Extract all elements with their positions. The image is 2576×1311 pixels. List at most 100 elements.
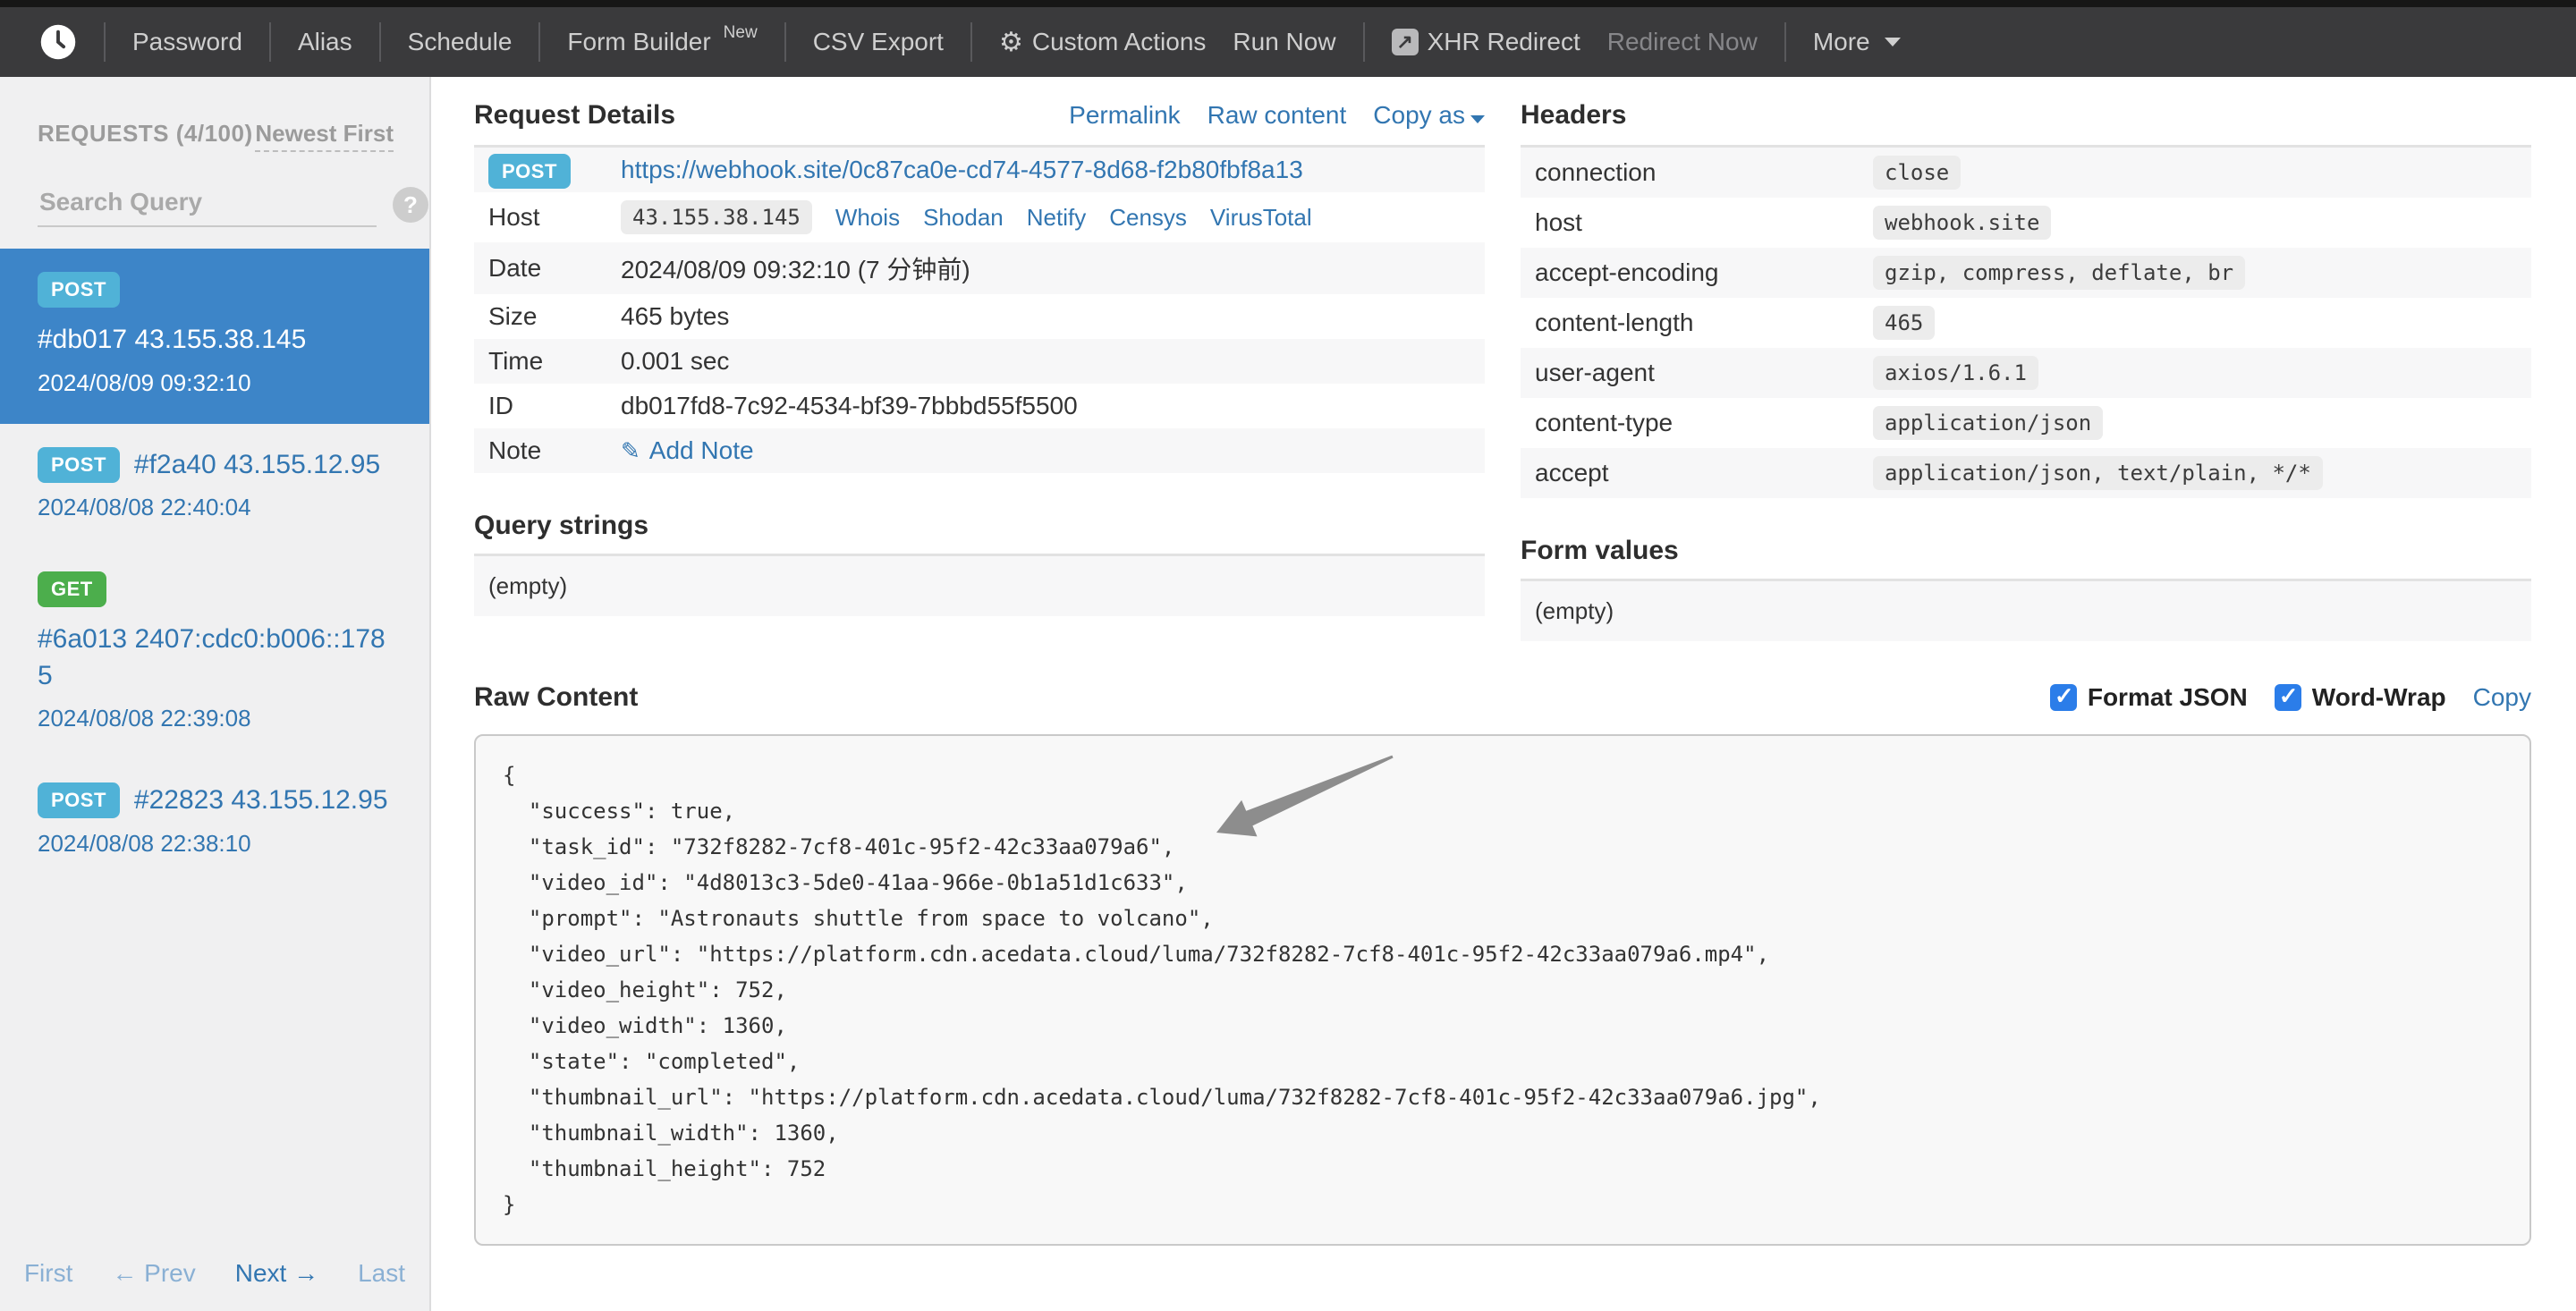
form-values-empty: (empty) <box>1521 579 2531 641</box>
header-value: webhook.site <box>1873 206 2052 240</box>
note-label: Note <box>488 436 542 464</box>
header-name: accept <box>1535 459 1609 486</box>
header-value: gzip, compress, deflate, br <box>1873 256 2246 290</box>
nav-separator <box>970 22 972 62</box>
nav-item-run-now[interactable]: Run Now <box>1233 28 1335 56</box>
header-name: connection <box>1535 158 1657 186</box>
nav-separator <box>104 22 106 62</box>
nav-item-schedule[interactable]: Schedule <box>408 28 513 56</box>
id-label: ID <box>488 392 513 419</box>
header-value: application/json, text/plain, */* <box>1873 456 2323 490</box>
raw-content-title: Raw Content <box>474 682 639 712</box>
nav-item-password[interactable]: Password <box>132 28 242 56</box>
host-value: 43.155.38.145 <box>621 200 812 234</box>
window-top-strip <box>0 0 2576 7</box>
word-wrap-checkbox[interactable]: Word-Wrap <box>2274 682 2446 712</box>
size-label: Size <box>488 302 538 330</box>
format-json-checkbox[interactable]: Format JSON <box>2049 682 2248 712</box>
main-content: Request Details Permalink Raw content Co… <box>431 77 2576 1311</box>
query-strings-title: Query strings <box>474 511 649 540</box>
request-date: 2024/08/08 22:40:04 <box>38 494 251 520</box>
request-title: #6a013 2407:cdc0:b006::1785 <box>38 624 386 690</box>
header-value: axios/1.6.1 <box>1873 356 2038 390</box>
caret-down-icon <box>1470 115 1485 123</box>
request-list-item[interactable]: POST #db017 43.155.38.145 2024/08/09 09:… <box>0 249 429 424</box>
header-name: host <box>1535 208 1582 236</box>
host-label: Host <box>488 203 540 231</box>
requests-sidebar: REQUESTS (4/100) Newest First ? POST #db… <box>0 77 431 1311</box>
top-navbar: Password Alias Schedule Form Builder New… <box>0 7 2576 77</box>
nav-item-csv-export[interactable]: CSV Export <box>813 28 944 56</box>
external-arrow-icon: ↗ <box>1391 29 1419 55</box>
header-name: user-agent <box>1535 359 1655 386</box>
header-name: content-length <box>1535 309 1694 336</box>
nav-separator <box>1784 22 1786 62</box>
date-value: 2024/08/09 09:32:10 (7 分钟前) <box>621 256 970 283</box>
pencil-icon: ✎ <box>621 436 640 464</box>
request-date: 2024/08/09 09:32:10 <box>38 368 251 396</box>
permalink-link[interactable]: Permalink <box>1069 101 1180 130</box>
netify-link[interactable]: Netify <box>1027 204 1086 232</box>
censys-link[interactable]: Censys <box>1109 204 1187 232</box>
pagination-prev[interactable]: ← Prev <box>112 1259 195 1288</box>
clock-icon[interactable] <box>39 23 77 61</box>
nav-item-more[interactable]: More <box>1813 28 1901 56</box>
date-label: Date <box>488 254 542 282</box>
nav-separator <box>538 22 541 62</box>
shodan-link[interactable]: Shodan <box>923 204 1004 232</box>
request-title: #db017 43.155.38.145 <box>38 325 307 354</box>
request-list-item[interactable]: GET #6a013 2407:cdc0:b006::1785 2024/08/… <box>0 548 429 759</box>
method-badge: GET <box>38 571 106 607</box>
header-name: content-type <box>1535 409 1674 436</box>
nav-separator <box>1362 22 1365 62</box>
header-value: application/json <box>1873 406 2104 440</box>
request-details-table: POST https://webhook.site/0c87ca0e-cd74-… <box>474 145 1485 473</box>
time-value: 0.001 sec <box>621 347 730 375</box>
copy-raw-button[interactable]: Copy <box>2473 683 2531 712</box>
request-list-item[interactable]: POST #22823 43.155.12.95 2024/08/08 22:3… <box>0 759 429 884</box>
headers-table: connection close host webhook.site accep… <box>1521 145 2531 498</box>
header-value: 465 <box>1873 306 1936 340</box>
id-value: db017fd8-7c92-4534-bf39-7bbbd55f5500 <box>621 392 1078 419</box>
sort-order-toggle[interactable]: Newest First <box>255 120 394 152</box>
method-badge: POST <box>38 446 120 483</box>
time-label: Time <box>488 347 544 375</box>
nav-item-form-builder[interactable]: Form Builder New <box>567 23 757 56</box>
pagination-next[interactable]: Next → <box>235 1259 318 1288</box>
header-name: accept-encoding <box>1535 258 1719 286</box>
copy-as-dropdown[interactable]: Copy as <box>1373 101 1485 130</box>
checkbox-checked-icon <box>2274 682 2301 711</box>
request-title: #f2a40 43.155.12.95 <box>133 449 381 479</box>
caret-down-icon <box>1884 38 1901 47</box>
nav-item-redirect-now[interactable]: Redirect Now <box>1607 28 1758 56</box>
nav-separator <box>784 22 786 62</box>
add-note-button[interactable]: ✎ Add Note <box>621 436 754 465</box>
pagination-last[interactable]: Last <box>358 1259 405 1288</box>
raw-content-link[interactable]: Raw content <box>1208 101 1347 130</box>
request-list-item[interactable]: POST #f2a40 43.155.12.95 2024/08/08 22:4… <box>0 424 429 549</box>
method-badge: POST <box>38 272 120 308</box>
pagination: First ← Prev Next → Last <box>0 1259 429 1288</box>
requests-count-label: REQUESTS (4/100) <box>38 120 253 147</box>
request-date: 2024/08/08 22:38:10 <box>38 829 251 857</box>
checkbox-checked-icon <box>2049 682 2077 711</box>
gear-icon: ⚙ <box>998 27 1023 57</box>
method-badge: POST <box>488 154 571 189</box>
virustotal-link[interactable]: VirusTotal <box>1210 204 1312 232</box>
new-badge: New <box>723 23 758 42</box>
request-details-title: Request Details <box>474 100 676 130</box>
nav-item-custom-actions[interactable]: ⚙ Custom Actions <box>999 27 1206 58</box>
search-input[interactable] <box>38 182 377 227</box>
query-strings-empty: (empty) <box>474 554 1485 616</box>
form-values-title: Form values <box>1521 536 1679 565</box>
request-url-link[interactable]: https://webhook.site/0c87ca0e-cd74-4577-… <box>621 156 1303 184</box>
whois-link[interactable]: Whois <box>835 204 900 232</box>
nav-separator <box>268 22 271 62</box>
raw-content-box: { "success": true, "task_id": "732f8282-… <box>474 734 2531 1246</box>
method-badge: POST <box>38 782 120 819</box>
pagination-first[interactable]: First <box>24 1259 72 1288</box>
header-value: close <box>1873 156 1962 190</box>
nav-item-xhr-redirect[interactable]: ↗ XHR Redirect <box>1391 28 1580 56</box>
nav-item-alias[interactable]: Alias <box>298 28 352 56</box>
help-icon[interactable]: ? <box>393 187 428 223</box>
